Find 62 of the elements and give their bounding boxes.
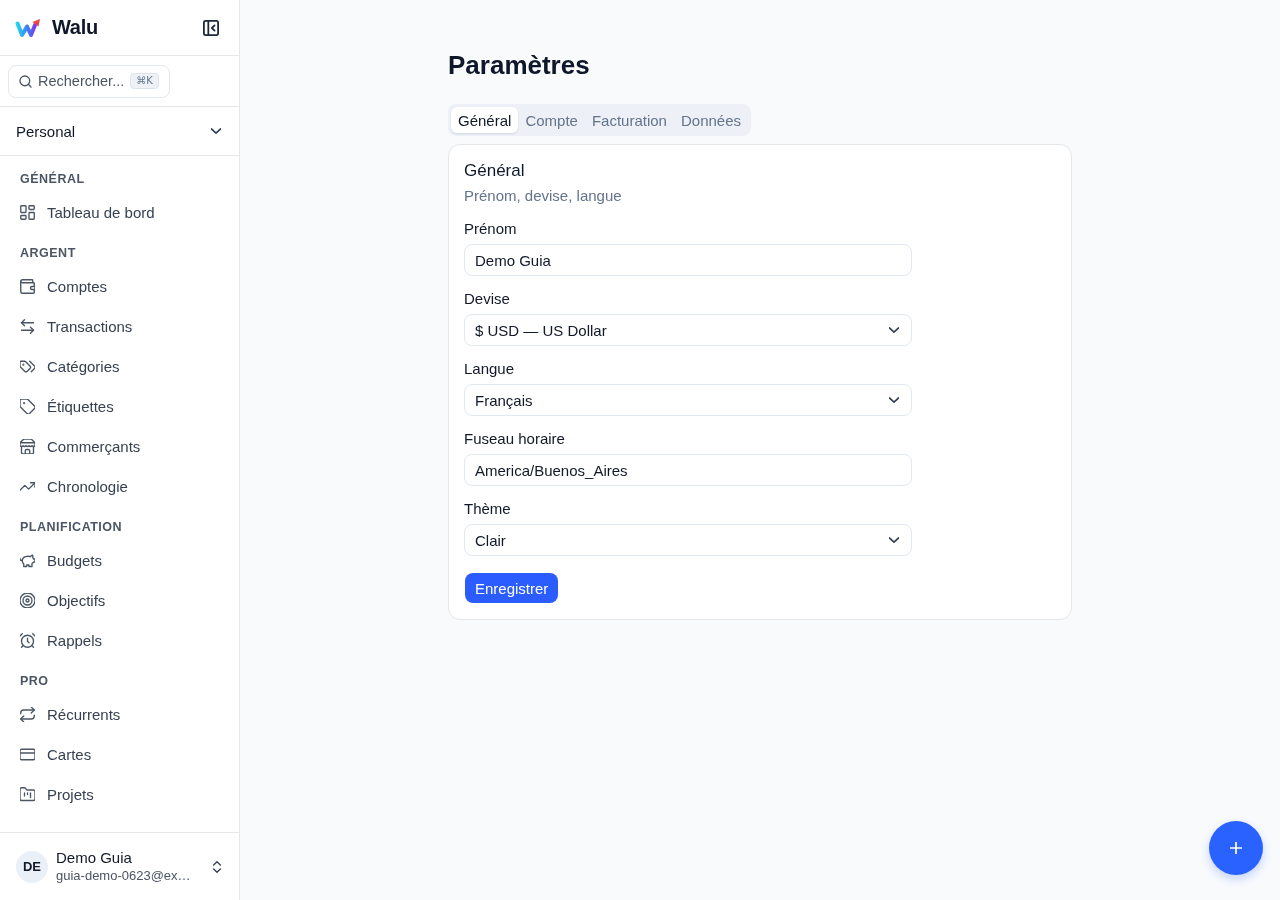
page-title: Paramètres bbox=[448, 49, 590, 81]
search-button[interactable]: Rechercher... ⌘K bbox=[8, 64, 170, 98]
sidebar-item[interactable]: Objectifs bbox=[8, 580, 231, 620]
sidebar-item[interactable]: Tableau de bord bbox=[8, 192, 231, 232]
tab[interactable]: Données bbox=[673, 107, 748, 133]
credit-card-icon bbox=[20, 746, 35, 762]
search-icon bbox=[19, 74, 32, 88]
card-subtitle: Prénom, devise, langue bbox=[464, 186, 622, 206]
folder-icon bbox=[20, 786, 35, 802]
collapse-sidebar-icon[interactable] bbox=[203, 19, 219, 36]
piggy-bank-icon bbox=[20, 552, 35, 568]
logo-icon bbox=[15, 17, 41, 38]
sidebar-item[interactable]: Étiquettes bbox=[8, 386, 231, 426]
section-label: ARGENT bbox=[19, 245, 76, 262]
chevrons-up-down-icon[interactable] bbox=[213, 860, 221, 873]
wallet-icon bbox=[20, 278, 35, 294]
sidebar-item[interactable]: Projets bbox=[8, 774, 231, 814]
dashboard-grid-icon bbox=[20, 204, 35, 220]
sidebar-item[interactable]: Cartes bbox=[8, 734, 231, 774]
sidebar-item[interactable]: Comptes bbox=[8, 266, 231, 306]
chevron-down-icon bbox=[889, 327, 899, 333]
section-label: PRO bbox=[19, 673, 49, 690]
tab[interactable]: Général bbox=[451, 107, 519, 133]
tags-icon bbox=[20, 358, 35, 374]
sidebar-item[interactable]: Budgets bbox=[8, 540, 231, 580]
card-title: Général bbox=[464, 160, 525, 182]
text-field[interactable]: America/Buenos_Aires bbox=[464, 454, 912, 486]
chevron-down-icon bbox=[211, 128, 221, 134]
select-field[interactable]: $ USD — US Dollar bbox=[464, 314, 912, 346]
plus-icon bbox=[1230, 842, 1242, 854]
sidebar-item[interactable]: Récurrents bbox=[8, 694, 231, 734]
repeat-arrows-icon bbox=[20, 706, 35, 722]
field-label: Prénom bbox=[464, 219, 517, 239]
target-icon bbox=[20, 592, 35, 608]
app-name: Walu bbox=[52, 16, 98, 39]
tag-icon bbox=[20, 398, 35, 414]
field-label: Langue bbox=[464, 359, 515, 379]
store-icon bbox=[20, 438, 35, 454]
field-label: Devise bbox=[464, 289, 510, 309]
tab[interactable]: Facturation bbox=[584, 107, 674, 133]
chevron-down-icon bbox=[889, 537, 899, 543]
text-field[interactable]: Demo Guia bbox=[464, 244, 912, 276]
sidebar-item[interactable]: Commerçants bbox=[8, 426, 231, 466]
sidebar-item[interactable]: Transactions bbox=[8, 306, 231, 346]
left-right-arrows-icon bbox=[20, 318, 35, 334]
sidebar-item[interactable]: Catégories bbox=[8, 346, 231, 386]
section-label: PLANIFICATION bbox=[19, 519, 123, 536]
alarm-clock-icon bbox=[20, 632, 35, 648]
section-label: GÉNÉRAL bbox=[19, 170, 85, 188]
select-field[interactable]: Français bbox=[464, 384, 912, 416]
save-button[interactable]: Enregistrer bbox=[465, 573, 559, 603]
sidebar-item[interactable]: Rappels bbox=[8, 620, 231, 660]
user-email: guia-demo-0623@ex… bbox=[56, 867, 191, 884]
field-label: Fuseau horaire bbox=[464, 429, 565, 449]
field-label: Thème bbox=[464, 499, 511, 519]
user-avatar: DE bbox=[16, 850, 48, 883]
select-field[interactable]: Clair bbox=[464, 524, 912, 556]
shortcut-hint: ⌘K bbox=[130, 73, 159, 89]
user-name: Demo Guia bbox=[56, 849, 132, 867]
chevron-down-icon bbox=[889, 397, 899, 403]
sidebar-item[interactable]: Chronologie bbox=[8, 466, 231, 506]
tab[interactable]: Compte bbox=[518, 107, 585, 133]
